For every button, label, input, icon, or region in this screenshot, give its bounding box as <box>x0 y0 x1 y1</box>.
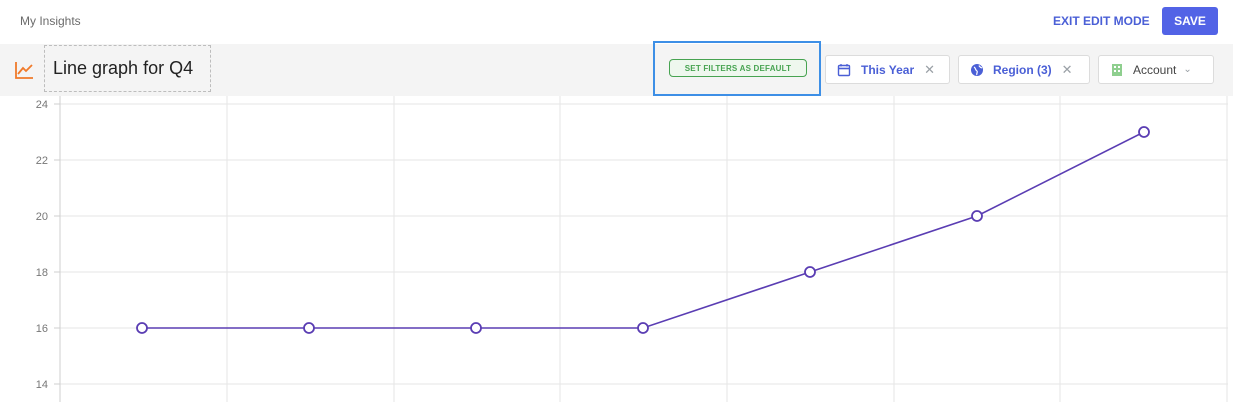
calendar-icon <box>837 63 851 76</box>
filter-label: Account <box>1133 62 1177 77</box>
chevron-down-icon: ⌄ <box>1183 64 1192 75</box>
exit-edit-mode-button[interactable]: EXIT EDIT MODE <box>1053 14 1150 28</box>
building-icon <box>1112 63 1122 76</box>
data-point <box>971 210 983 222</box>
chart-canvas: 14 16 18 20 22 24 <box>36 96 1228 402</box>
y-tick-label: 18 <box>36 267 48 279</box>
set-filters-default-button[interactable]: SET FILTERS AS DEFAULT <box>669 59 807 77</box>
chart-title-text: Line graph for Q4 <box>53 58 194 78</box>
line-chart: 14 16 18 20 22 24 <box>0 96 1233 402</box>
y-tick-label: 16 <box>36 323 48 335</box>
globe-icon <box>971 63 983 76</box>
breadcrumb[interactable]: My Insights <box>20 14 81 28</box>
data-point <box>136 322 148 334</box>
filter-dropdown-account[interactable]: Account ⌄ <box>1098 55 1214 84</box>
data-point <box>1138 126 1150 138</box>
y-tick-label: 20 <box>36 211 48 223</box>
filter-label: Region (3) <box>993 62 1052 77</box>
filter-chip-this-year[interactable]: This Year ✕ <box>825 55 950 84</box>
y-tick-label: 22 <box>36 155 48 167</box>
series-line <box>142 131 1145 329</box>
data-point <box>303 322 315 334</box>
filter-chip-region[interactable]: Region (3) ✕ <box>958 55 1090 84</box>
top-bar: My Insights EXIT EDIT MODE SAVE <box>0 0 1233 44</box>
y-tick-label: 24 <box>36 99 48 111</box>
line-chart-icon <box>15 62 33 79</box>
close-icon[interactable]: ✕ <box>1062 62 1073 78</box>
y-tick-label: 14 <box>36 379 48 391</box>
data-point <box>637 322 649 334</box>
data-point <box>470 322 482 334</box>
data-point <box>804 266 816 278</box>
save-button[interactable]: SAVE <box>1162 7 1218 35</box>
close-icon[interactable]: ✕ <box>924 62 935 78</box>
widget-toolbar: Line graph for Q4 SET FILTERS AS DEFAULT… <box>0 41 1233 96</box>
filter-label: This Year <box>861 62 915 77</box>
chart-title[interactable]: Line graph for Q4 <box>44 45 211 92</box>
